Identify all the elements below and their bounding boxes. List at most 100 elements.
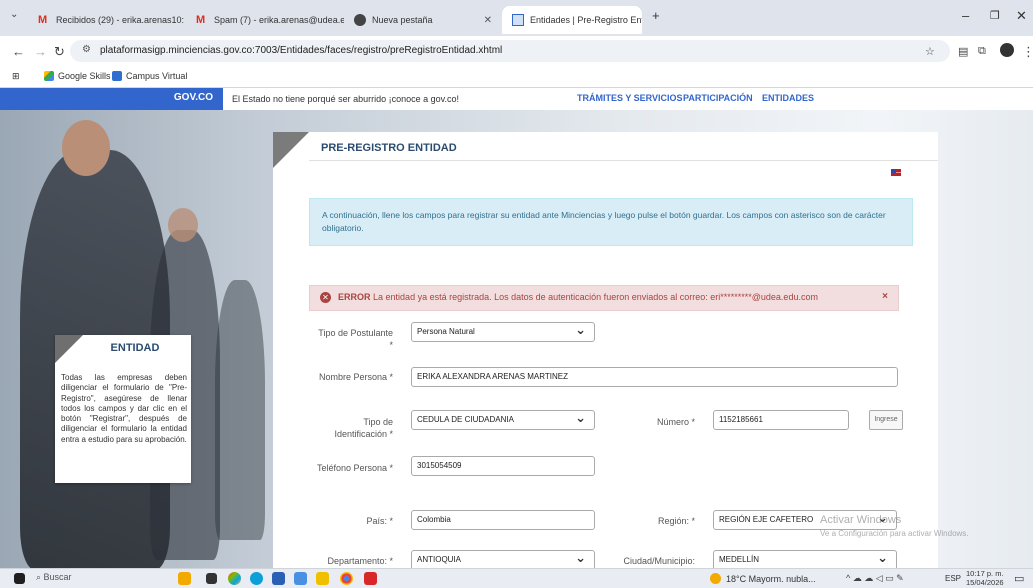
search-label: Buscar (43, 572, 72, 582)
store-icon[interactable] (272, 572, 285, 585)
watermark-line1: Activar Windows (820, 514, 902, 526)
error-label: ERROR (338, 292, 371, 302)
back-icon[interactable]: ← (12, 44, 25, 59)
entidad-info-card: ENTIDAD Todas las empresas deben diligen… (55, 335, 191, 483)
taskbar-search[interactable]: ⌕ Buscar (36, 572, 72, 583)
task-view-icon[interactable] (206, 573, 217, 584)
tab-gmail-inbox[interactable]: M Recibidos (29) - erika.arenas10: ✕ (28, 6, 186, 34)
telefono-persona-input[interactable]: 3015054509 (411, 456, 595, 476)
gov-link-participacion[interactable]: PARTICIPACIÓN (683, 93, 753, 103)
numero-label: Número * (656, 417, 695, 427)
person-head (62, 120, 110, 176)
gov-logo[interactable]: GOV.CO (0, 88, 223, 110)
tab-new-tab[interactable]: Nueva pestaña ✕ (344, 6, 502, 34)
language-indicator[interactable]: ESP (945, 574, 961, 583)
weather-text[interactable]: 18°C Mayorm. nubla... (726, 574, 816, 584)
bookmark-label: Google Skills (58, 71, 111, 81)
nombre-persona-input[interactable]: ERIKA ALEXANDRA ARENAS MARTINEZ (411, 367, 898, 387)
pre-registro-panel: PRE-REGISTRO ENTIDAD A continuación, lle… (273, 132, 938, 568)
tab-gmail-spam[interactable]: M Spam (7) - erika.arenas@udea.e ✕ (186, 6, 344, 34)
tab-label: Recibidos (29) - erika.arenas10: (56, 15, 185, 25)
maximize-icon[interactable]: ❐ (990, 9, 1000, 22)
windows-activation-watermark: Activar Windows Ve a Configuración para … (820, 513, 969, 541)
error-text: La entidad ya está registrada. Los datos… (373, 292, 818, 302)
tab-label: Entidades | Pre-Registro Entida (530, 15, 642, 25)
departamento-select[interactable]: ANTIOQUIA (411, 550, 595, 568)
tab-label: Nueva pestaña (372, 15, 433, 25)
close-icon[interactable]: ✕ (484, 15, 492, 26)
person-head (168, 208, 198, 242)
reading-list-icon[interactable]: ▤ (958, 45, 968, 58)
bookmark-star-icon[interactable]: ☆ (925, 45, 935, 58)
telefono-persona-label: Teléfono Persona * (316, 463, 393, 473)
forward-icon[interactable]: → (34, 44, 47, 59)
menu-icon[interactable]: ⋮ (1022, 44, 1033, 60)
close-window-icon[interactable]: ✕ (1016, 8, 1027, 24)
tray-icons[interactable]: ^ ☁ ☁ ◁ ▭ ✎ (846, 573, 904, 584)
new-tab-button[interactable]: + (652, 8, 660, 23)
error-icon: ✕ (320, 292, 331, 303)
tipo-identificacion-select[interactable]: CEDULA DE CIUDADANIA (411, 410, 595, 430)
us-flag-icon[interactable] (891, 169, 901, 176)
extensions-icon[interactable]: ⧉ (978, 45, 986, 58)
pais-label: País: * (366, 516, 393, 526)
info-alert: A continuación, llene los campos para re… (309, 198, 913, 246)
entidad-title: ENTIDAD (110, 342, 160, 354)
person-figure (215, 280, 265, 540)
region-label: Región: * (657, 516, 695, 526)
bookmark-campus-virtual[interactable]: Campus Virtual (112, 71, 187, 81)
start-icon[interactable] (14, 573, 25, 584)
gov-logo-text: GOV.CO (173, 92, 213, 103)
google-skills-icon (44, 71, 54, 81)
gov-link-tramites[interactable]: TRÁMITES Y SERVICIOS (577, 93, 683, 103)
chrome-icon[interactable] (340, 572, 353, 585)
gov-bar: GOV.CO El Estado no tiene porqué ser abu… (0, 88, 1033, 110)
ingrese-button[interactable]: Ingrese (869, 410, 903, 430)
tipo-identificacion-label: Tipo de Identificación * (334, 417, 393, 439)
chrome-icon (354, 14, 366, 26)
bookmark-google-skills[interactable]: Google Skills (44, 71, 111, 81)
tab-label: Spam (7) - erika.arenas@udea.e (214, 15, 344, 25)
gmail-icon: M (38, 14, 48, 26)
site-favicon-icon (512, 14, 524, 26)
pais-input[interactable]: Colombia (411, 510, 595, 530)
title-divider (309, 160, 938, 161)
error-close-button[interactable]: × (882, 291, 888, 302)
notifications-icon[interactable]: ▭ (1014, 572, 1024, 585)
photos-icon[interactable] (228, 572, 241, 585)
edge-icon[interactable] (250, 572, 263, 585)
minimize-icon[interactable]: – (962, 8, 969, 23)
entidad-description: Todas las empresas deben diligenciar el … (61, 373, 187, 444)
weather-icon[interactable] (710, 573, 721, 584)
page-title: PRE-REGISTRO ENTIDAD (321, 142, 457, 154)
tab-entidades[interactable]: Entidades | Pre-Registro Entida ✕ (502, 6, 642, 34)
tipo-postulante-select[interactable]: Persona Natural (411, 322, 595, 342)
url-text: plataformasigp.minciencias.gov.co:7003/E… (100, 45, 503, 56)
bookmarks-bar: ⊞ Google Skills Campus Virtual (0, 66, 1033, 88)
site-info-icon[interactable]: ⚙ (82, 44, 91, 55)
numero-input[interactable]: 1152185661 (713, 410, 849, 430)
tipo-postulante-label: Tipo de Postulante * (318, 328, 393, 350)
ciudad-select[interactable]: MEDELLÍN (713, 550, 897, 568)
apps-icon[interactable]: ⊞ (12, 71, 20, 82)
windows-taskbar: ⌕ Buscar 18°C Mayorm. nubla... ^ ☁ ☁ ◁ ▭… (0, 568, 1033, 588)
campus-virtual-icon (112, 71, 122, 81)
pdf-reader-icon[interactable] (364, 572, 377, 585)
ciudad-label: Ciudad/Municipio: (623, 556, 695, 566)
gov-link-entidades[interactable]: ENTIDADES (762, 93, 814, 103)
profile-avatar[interactable] (1000, 43, 1014, 57)
tab-list-icon[interactable]: ⌄ (10, 9, 18, 20)
clock-time: 10:17 p. m. (966, 569, 1004, 578)
file-explorer-icon[interactable] (316, 572, 329, 585)
taskbar-clock[interactable]: 10:17 p. m. 15/04/2026 (966, 569, 1004, 587)
reload-icon[interactable]: ↻ (54, 44, 65, 60)
url-field[interactable]: ⚙ plataformasigp.minciencias.gov.co:7003… (70, 40, 950, 62)
panel-corner (273, 132, 309, 168)
bookmark-label: Campus Virtual (126, 71, 188, 81)
widgets-icon[interactable] (178, 572, 191, 585)
error-alert: ✕ ERROR La entidad ya está registrada. L… (309, 285, 899, 311)
watermark-line2: Ve a Configuración para activar Windows. (820, 529, 969, 538)
app-icon[interactable] (294, 572, 307, 585)
clock-date: 15/04/2026 (966, 578, 1004, 587)
browser-tab-bar: ⌄ M Recibidos (29) - erika.arenas10: ✕ M… (0, 0, 1033, 36)
